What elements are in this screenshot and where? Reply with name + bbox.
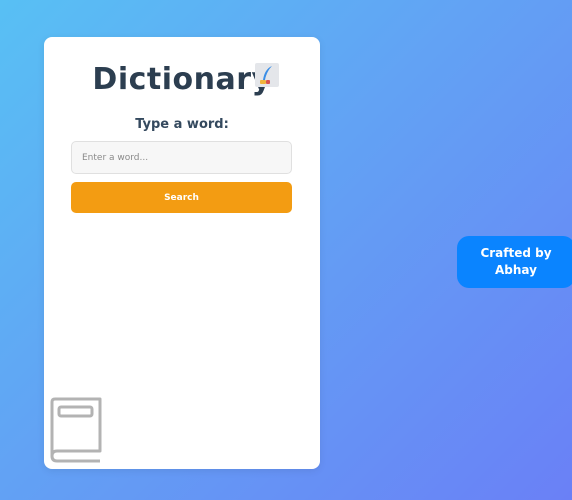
dictionary-card: Dictionary Type a word: Search <box>44 37 320 469</box>
credit-author: Abhay <box>495 263 537 277</box>
word-input[interactable] <box>71 141 292 174</box>
search-button[interactable]: Search <box>71 182 292 213</box>
credit-line-1: Crafted by <box>480 246 552 260</box>
word-prompt-label: Type a word: <box>135 117 229 132</box>
quill-pen-icon <box>255 63 279 87</box>
credit-badge: Crafted by Abhay <box>457 236 572 288</box>
book-icon <box>48 396 106 464</box>
page-title: Dictionary <box>92 62 272 97</box>
